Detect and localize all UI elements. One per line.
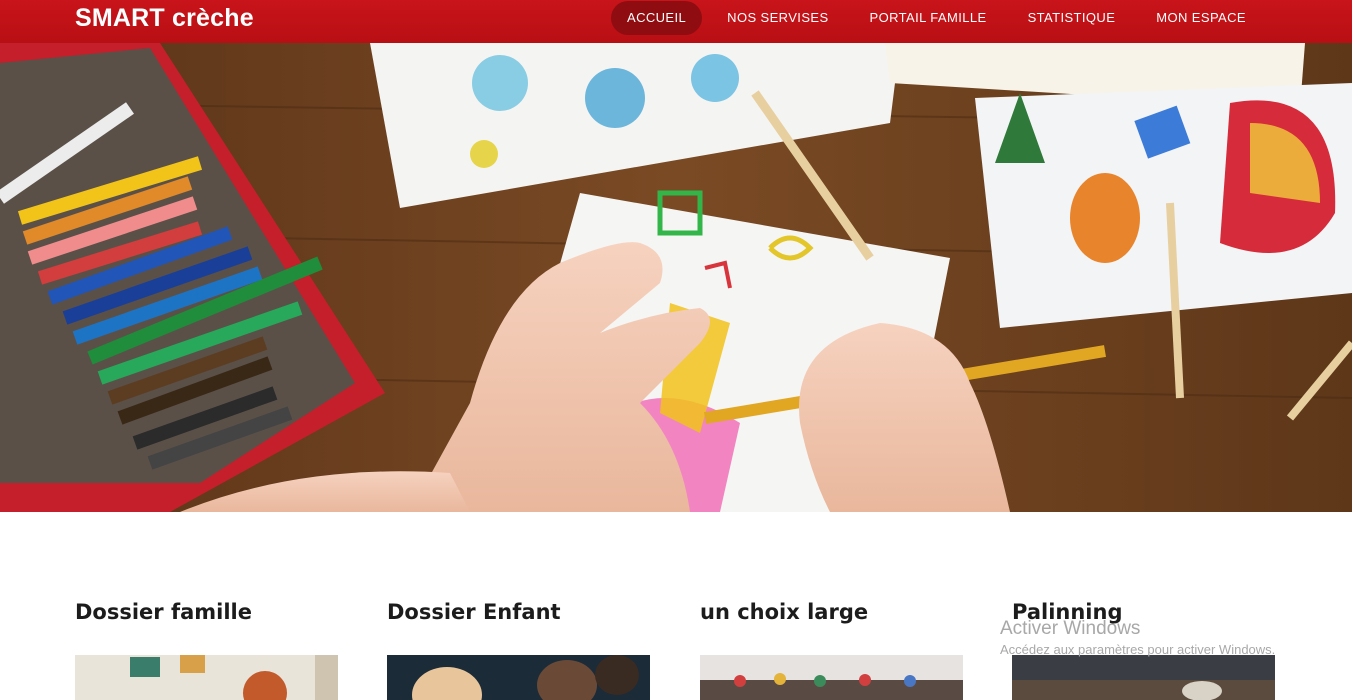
feature-title[interactable]: Dossier famille bbox=[75, 600, 252, 624]
feature-image[interactable] bbox=[1012, 655, 1275, 700]
feature-image[interactable] bbox=[700, 655, 963, 700]
nav-item-statistique[interactable]: STATISTIQUE bbox=[1012, 1, 1132, 35]
feature-title[interactable]: un choix large bbox=[700, 600, 868, 624]
nav-item-mon-espace[interactable]: MON ESPACE bbox=[1140, 1, 1262, 35]
hero-image-kids-drawing bbox=[0, 43, 1352, 512]
main-nav: ACCUEIL NOS SERVISES PORTAIL FAMILLE STA… bbox=[611, 0, 1271, 36]
feature-title[interactable]: Palinning bbox=[1012, 600, 1122, 624]
feature-title[interactable]: Dossier Enfant bbox=[387, 600, 561, 624]
nav-item-portail-famille[interactable]: PORTAIL FAMILLE bbox=[854, 1, 1003, 35]
features-section: Dossier famille Dossier Enfant un choix … bbox=[0, 512, 1352, 700]
hero-banner bbox=[0, 43, 1352, 512]
site-brand[interactable]: SMART crèche bbox=[75, 4, 254, 33]
feature-image[interactable] bbox=[75, 655, 338, 700]
nav-item-accueil[interactable]: ACCUEIL bbox=[611, 1, 703, 35]
top-navbar: SMART crèche ACCUEIL NOS SERVISES PORTAI… bbox=[0, 0, 1352, 43]
nav-item-nos-servises[interactable]: NOS SERVISES bbox=[711, 1, 844, 35]
feature-image[interactable] bbox=[387, 655, 650, 700]
